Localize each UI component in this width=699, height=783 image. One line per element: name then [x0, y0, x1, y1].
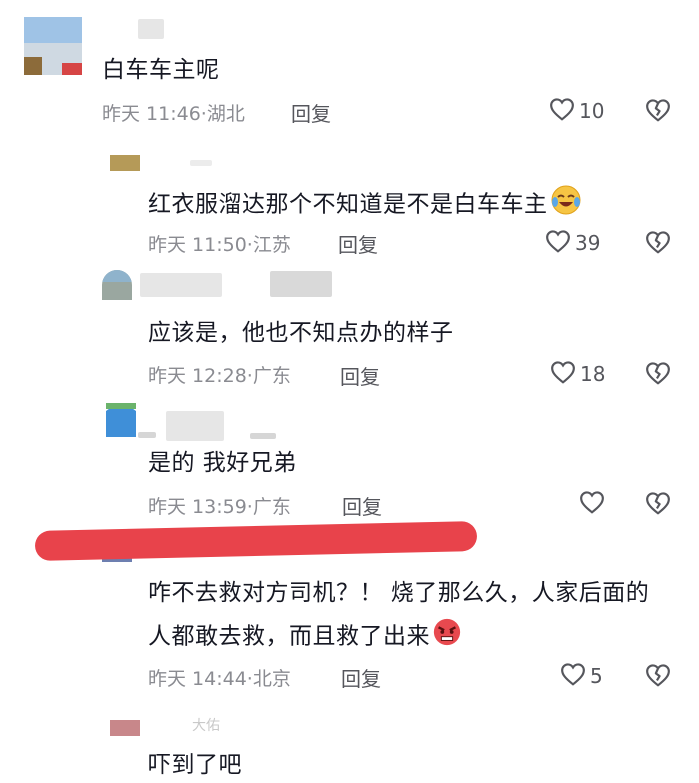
like-count: 39 [575, 231, 601, 255]
comment-text: 人都敢去救，而且救了出来 [148, 617, 462, 657]
comment-text-content: 红衣服溜达那个不知道是不是白车车主 [148, 191, 548, 218]
comment-meta: 昨天 12:28·广东 [148, 361, 291, 388]
comment-time: 昨天 13:59 [148, 496, 247, 518]
comment-text: 应该是，他也不知点办的样子 [148, 320, 454, 346]
username-blurred[interactable] [190, 160, 212, 166]
reply-button[interactable]: 回复 [340, 361, 380, 390]
comment-text: 白车车主呢 [102, 57, 220, 83]
username-blurred[interactable] [250, 433, 276, 439]
like-button[interactable]: 10 [549, 97, 604, 125]
avatar[interactable] [102, 270, 132, 300]
reply-button[interactable]: 回复 [341, 663, 381, 692]
reply-button[interactable]: 回复 [338, 229, 378, 258]
comment-location: 广东 [252, 496, 291, 518]
red-marker-stroke [34, 520, 478, 562]
comment-meta: 昨天 11:46·湖北 [102, 99, 245, 126]
like-count: 18 [580, 362, 606, 386]
username-blurred[interactable] [138, 19, 164, 39]
username-partial[interactable]: 大佑 [192, 715, 220, 735]
dislike-button[interactable] [645, 98, 671, 126]
like-button[interactable]: 5 [560, 662, 603, 690]
username-blurred[interactable] [270, 271, 332, 297]
comment-text: 咋不去救对方司机？！ 烧了那么久，人家后面的 [148, 580, 650, 606]
broken-heart-icon [645, 492, 671, 519]
dislike-button[interactable] [645, 361, 671, 389]
broken-heart-icon [645, 99, 671, 126]
dislike-button[interactable] [645, 230, 671, 258]
comment-text: 吓到了吧 [148, 752, 242, 778]
comment-location: 北京 [252, 668, 291, 690]
username-blurred[interactable] [166, 411, 224, 441]
comment-time: 昨天 14:44 [148, 668, 247, 690]
username-blurred[interactable] [138, 432, 156, 438]
like-button[interactable] [579, 490, 609, 518]
heart-outline-icon [550, 360, 576, 388]
avatar[interactable] [106, 403, 136, 437]
username-blurred[interactable] [140, 273, 222, 297]
comment-text-content: 人都敢去救，而且救了出来 [148, 623, 430, 650]
comment-location: 广东 [252, 365, 291, 387]
like-count: 10 [579, 99, 605, 123]
avatar[interactable] [110, 155, 140, 171]
comment-text: 红衣服溜达那个不知道是不是白车车主 [148, 184, 582, 226]
comment-time: 昨天 12:28 [148, 365, 247, 387]
heart-outline-icon [579, 490, 605, 518]
avatar[interactable] [24, 17, 82, 75]
laughing-crying-emoji [550, 184, 582, 226]
broken-heart-icon [645, 231, 671, 258]
broken-heart-icon [645, 362, 671, 389]
comment-time: 昨天 11:46 [102, 103, 201, 125]
like-button[interactable]: 18 [550, 360, 605, 388]
like-button[interactable]: 39 [545, 229, 600, 257]
heart-outline-icon [545, 229, 571, 257]
comment-location: 湖北 [206, 103, 245, 125]
comment-meta: 昨天 13:59·广东 [148, 492, 291, 519]
broken-heart-icon [645, 664, 671, 691]
dislike-button[interactable] [645, 663, 671, 691]
comment-location: 江苏 [252, 234, 291, 256]
heart-outline-icon [549, 97, 575, 125]
angry-face-emoji [432, 617, 462, 657]
comment-meta: 昨天 14:44·北京 [148, 664, 291, 691]
reply-button[interactable]: 回复 [342, 491, 382, 520]
comment-time: 昨天 11:50 [148, 234, 247, 256]
comment-meta: 昨天 11:50·江苏 [148, 230, 291, 257]
avatar[interactable] [110, 720, 140, 736]
heart-outline-icon [560, 662, 586, 690]
dislike-button[interactable] [645, 491, 671, 519]
comment-text: 是的 我好兄弟 [148, 450, 297, 476]
like-count: 5 [590, 664, 603, 688]
reply-button[interactable]: 回复 [291, 98, 331, 127]
